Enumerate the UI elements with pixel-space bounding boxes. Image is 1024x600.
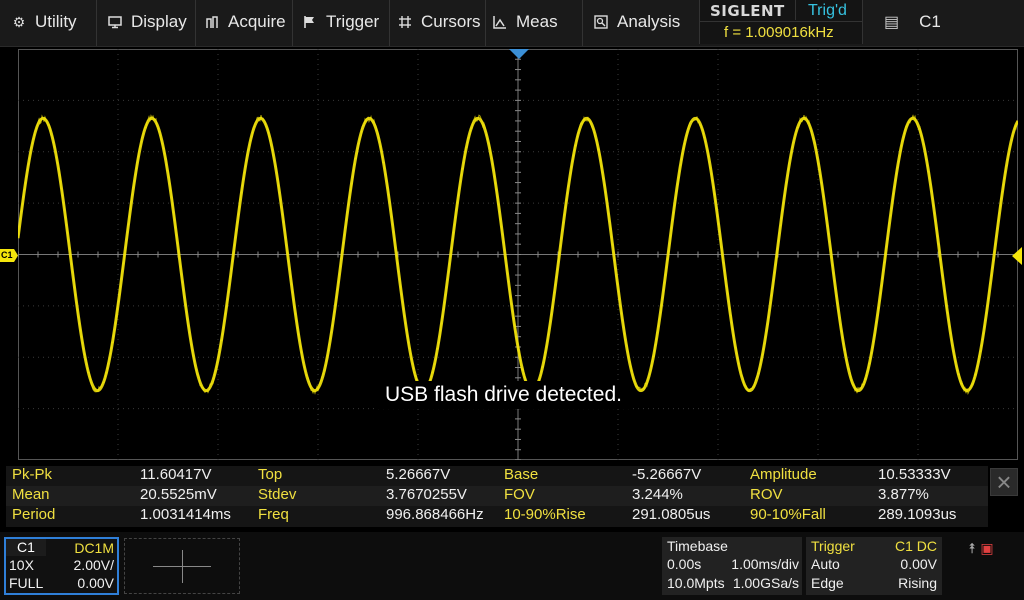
meas-label: Period [12, 506, 56, 523]
analysis-icon [594, 15, 608, 29]
timebase-scale: 1.00ms/div [731, 556, 799, 572]
menu-separator [582, 0, 583, 46]
channel1-bandwidth: FULL [9, 575, 44, 591]
trigger-source: C1 DC [894, 538, 937, 554]
meas-label: 10-90%Rise [504, 506, 586, 523]
network-icon: ▣ [980, 540, 994, 556]
meas-value: -5.26667V [632, 466, 702, 483]
trigger-level-marker[interactable] [1012, 247, 1022, 265]
channel1-offset: 0.00V [77, 575, 114, 591]
meas-label: Pk-Pk [12, 466, 53, 483]
gear-icon: ⚙ [12, 14, 26, 30]
menu-display-button[interactable]: Display [108, 0, 187, 44]
channel1-name: C1 [6, 539, 46, 556]
usb-notification: USB flash drive detected. [378, 381, 629, 409]
menu-display-label: Display [131, 12, 187, 31]
trigger-panel[interactable]: Trigger C1 DC Auto 0.00V Edge Rising [806, 537, 942, 595]
trigger-title: Trigger [811, 538, 855, 554]
meas-label: Base [504, 466, 539, 483]
menu-acquire-label: Acquire [228, 12, 286, 31]
status-divider [700, 21, 862, 22]
menu-trigger-label: Trigger [326, 12, 380, 31]
meas-label: Amplitude [750, 466, 817, 483]
menu-separator [485, 0, 486, 46]
channel1-settings[interactable]: C1 DC1M 10X 2.00V/ FULL 0.00V [4, 537, 119, 595]
plus-icon [182, 550, 183, 583]
timebase-panel[interactable]: Timebase 0.00s 1.00ms/div 10.0Mpts 1.00G… [662, 537, 802, 595]
meas-label: FOV [504, 486, 535, 503]
meas-label: Mean [12, 486, 50, 503]
menu-meas-label: Meas [516, 12, 558, 31]
meas-label: 90-10%Fall [750, 506, 826, 523]
meas-value: 996.868466Hz [386, 506, 484, 523]
meas-value: 1.0031414ms [140, 506, 231, 523]
meas-value: 3.7670255V [386, 486, 467, 503]
trigger-mode: Auto [811, 556, 840, 572]
timebase-memory: 10.0Mpts [667, 575, 725, 591]
meas-value: 10.53333V [878, 466, 951, 483]
menu-trigger-button[interactable]: Trigger [303, 0, 379, 44]
menu-separator [292, 0, 293, 46]
meas-value: 3.877% [878, 486, 929, 503]
trigger-status-panel: SIGLENT Trig'd f = 1.009016kHz [699, 0, 863, 44]
channel1-coupling: DC1M [74, 540, 114, 556]
channel-offset-marker[interactable]: C1 [0, 249, 18, 262]
meas-label: Top [258, 466, 283, 483]
menu-utility-button[interactable]: ⚙ Utility [12, 0, 77, 44]
channel1-probe: 10X [9, 557, 34, 573]
meas-value: 20.5525mV [140, 486, 217, 503]
meas-value: 3.244% [632, 486, 683, 503]
menu-separator [195, 0, 196, 46]
waveform-line [18, 116, 1018, 393]
menu-acquire-button[interactable]: Acquire [205, 0, 286, 44]
measurement-row: Mean 20.5525mV Stdev 3.7670255V FOV 3.24… [6, 486, 988, 506]
close-measurements-button[interactable]: × [990, 468, 1018, 496]
meas-label: Stdev [258, 486, 297, 503]
meas-value: 291.0805us [632, 506, 711, 523]
measurement-row: Period 1.0031414ms Freq 996.868466Hz 10-… [6, 506, 988, 526]
menu-meas-button[interactable]: Meas [493, 0, 558, 44]
meas-label: Freq [258, 506, 289, 523]
channel1-scale: 2.00V/ [73, 557, 114, 573]
menu-utility-label: Utility [35, 12, 77, 31]
menu-separator [389, 0, 390, 46]
frequency-readout: f = 1.009016kHz [724, 24, 834, 41]
measure-icon [493, 15, 507, 29]
measurement-row: Pk-Pk 11.60417V Top 5.26667V Base -5.266… [6, 466, 988, 486]
status-icons: ⯭ ▣ [968, 540, 994, 557]
status-divider [795, 0, 796, 20]
brand-logo: SIGLENT [710, 2, 785, 20]
trigger-position-marker[interactable] [509, 49, 529, 59]
meas-label: ROV [750, 486, 783, 503]
measurement-panel: Pk-Pk 11.60417V Top 5.26667V Base -5.266… [6, 466, 988, 527]
usb-icon: ⯭ [968, 540, 977, 556]
timebase-sample-rate: 1.00GSa/s [732, 575, 799, 591]
add-channel-button[interactable] [124, 538, 240, 594]
meas-value: 5.26667V [386, 466, 451, 483]
meas-value: 11.60417V [140, 466, 212, 483]
close-icon: × [996, 467, 1012, 497]
flag-icon [303, 15, 317, 29]
clipboard-icon: ▤ [884, 14, 900, 31]
menu-cursors-label: Cursors [421, 12, 481, 31]
menu-cursors-button[interactable]: Cursors [398, 0, 481, 44]
menu-separator [96, 0, 97, 46]
monitor-icon [108, 15, 122, 29]
menu-analysis-button[interactable]: Analysis [594, 0, 680, 44]
timebase-title: Timebase [667, 538, 728, 554]
trigger-status-text: Trig'd [808, 2, 847, 19]
active-channel-indicator[interactable]: ▤ C1 [884, 0, 941, 44]
acquire-icon [205, 15, 219, 29]
menu-analysis-label: Analysis [617, 12, 681, 31]
cursor-grid-icon [398, 15, 412, 29]
active-channel-label: C1 [919, 12, 941, 31]
meas-value: 289.1093us [878, 506, 957, 523]
timebase-delay: 0.00s [667, 556, 702, 572]
trigger-level: 0.00V [900, 556, 937, 572]
trigger-slope: Rising [898, 575, 937, 591]
trigger-type: Edge [811, 575, 844, 591]
